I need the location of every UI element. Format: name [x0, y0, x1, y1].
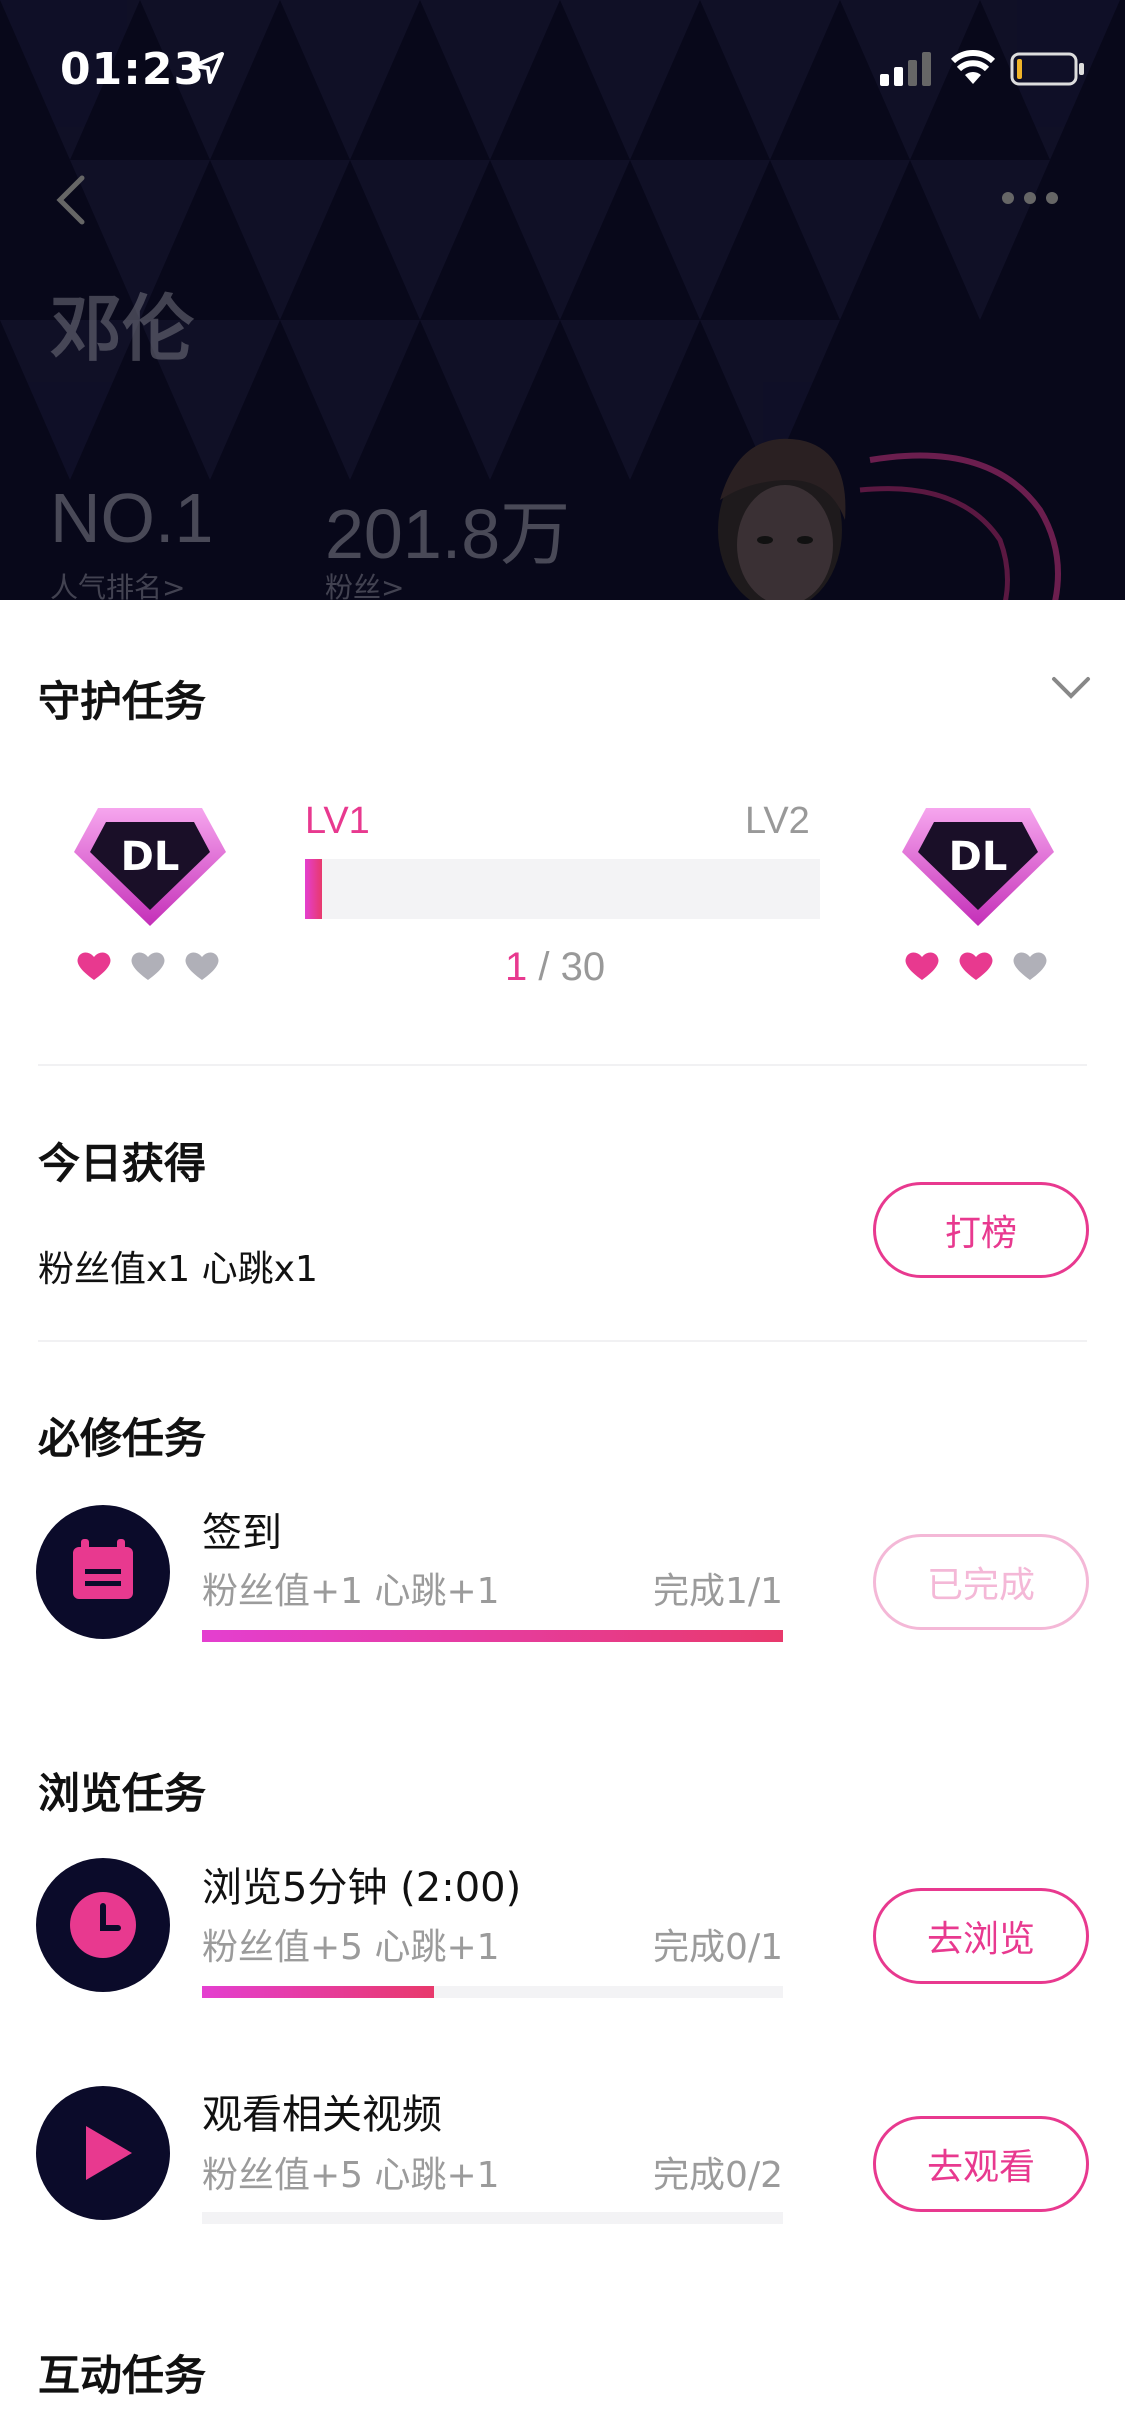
play-icon [86, 2126, 132, 2180]
svg-text:DL: DL [949, 834, 1008, 880]
today-earned-detail: 粉丝值x1 心跳x1 [38, 1249, 318, 1290]
fans-count-value: 201.8万 [325, 495, 571, 573]
svg-text:DL: DL [121, 834, 180, 880]
task-reward: 粉丝值+5 心跳+1 [202, 1927, 500, 1968]
task-progress-fill [202, 1986, 435, 1998]
level-progress-fill [305, 859, 322, 919]
battery-icon [1010, 52, 1084, 86]
task-icon-wrapper [36, 2086, 170, 2220]
location-arrow-icon [192, 52, 224, 84]
completed-button[interactable]: 已完成 [873, 1534, 1089, 1630]
guard-task-title: 守护任务 [38, 677, 207, 726]
level-progress-separator: / [527, 945, 561, 989]
go-watch-button[interactable]: 去观看 [873, 2116, 1089, 2212]
wifi-icon [950, 50, 996, 84]
go-browse-button[interactable]: 去浏览 [873, 1888, 1089, 1984]
next-level-label: LV2 [745, 800, 810, 842]
calendar-icon [73, 1539, 133, 1599]
level-progress-track [305, 859, 820, 919]
next-level-hearts [904, 950, 1048, 982]
status-time: 01:23 [60, 44, 206, 95]
current-level-badge-icon: DL [74, 808, 226, 926]
task-icon-wrapper [36, 1858, 170, 1992]
browse-tasks-title: 浏览任务 [38, 1769, 207, 1818]
fans-link[interactable]: 粉丝> [325, 566, 404, 600]
task-title: 浏览5分钟 (2:00) [202, 1865, 522, 1911]
divider [38, 1340, 1087, 1342]
rank-boost-button[interactable]: 打榜 [873, 1182, 1089, 1278]
task-progress-track [202, 1986, 783, 1998]
level-progress-current: 1 [505, 945, 528, 989]
heart-empty-icon [185, 952, 219, 980]
today-earned-title: 今日获得 [38, 1139, 207, 1188]
heart-empty-icon [1013, 952, 1047, 980]
task-reward: 粉丝值+1 心跳+1 [202, 1571, 500, 1612]
next-level-badge-icon: DL [902, 808, 1054, 926]
required-tasks-title: 必修任务 [38, 1414, 207, 1463]
task-progress-text: 完成0/1 [653, 1927, 783, 1968]
level-progress-total: 30 [560, 945, 606, 989]
heart-filled-icon [959, 952, 993, 980]
task-progress-text: 完成0/2 [653, 2155, 783, 2196]
signal-icon [880, 52, 931, 86]
level-progress-count: 1 / 30 [505, 945, 605, 990]
task-sheet: 守护任务 DL LV1 LV2 1 / 30 DL 今日获得 粉丝值x1 心跳x… [0, 600, 1125, 2436]
task-reward: 粉丝值+5 心跳+1 [202, 2155, 500, 2196]
popularity-rank-value: NO.1 [50, 479, 214, 557]
interact-tasks-title: 互动任务 [38, 2351, 207, 2400]
status-bar: 01:23 [0, 0, 1125, 132]
task-title: 签到 [202, 1510, 282, 1556]
chevron-down-icon[interactable] [1050, 675, 1092, 701]
task-progress-fill [202, 1630, 783, 1642]
more-options-icon[interactable] [1000, 188, 1060, 208]
artist-header: 01:23 邓伦 NO.1 人气排名> 201.8万 粉丝> [0, 0, 1125, 600]
artist-name: 邓伦 [50, 287, 195, 371]
divider [38, 1064, 1087, 1066]
heart-filled-icon [77, 952, 111, 980]
task-progress-track [202, 1630, 783, 1642]
heart-empty-icon [131, 952, 165, 980]
current-level-hearts [76, 950, 220, 982]
back-arrow-icon[interactable] [54, 172, 88, 228]
popularity-rank-link[interactable]: 人气排名> [50, 566, 185, 600]
task-title: 观看相关视频 [202, 2092, 442, 2138]
task-icon-wrapper [36, 1505, 170, 1639]
decorative-ring [859, 452, 1061, 600]
task-progress-track [202, 2212, 783, 2224]
clock-icon [70, 1892, 136, 1958]
heart-filled-icon [905, 952, 939, 980]
task-progress-text: 完成1/1 [653, 1571, 783, 1612]
current-level-label: LV1 [305, 800, 370, 842]
